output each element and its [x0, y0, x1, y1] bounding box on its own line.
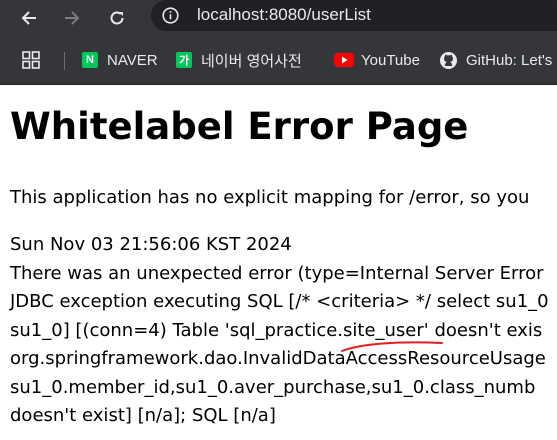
bookmark-label: YouTube: [361, 51, 420, 69]
error-line: su1_0.member_id,su1_0.aver_purchase,su1_…: [10, 376, 536, 398]
bookmark-naver[interactable]: N NAVER: [82, 46, 158, 74]
arrow-right-icon: [65, 11, 80, 25]
arrow-left-icon: [21, 11, 36, 25]
forward-button[interactable]: [58, 4, 86, 32]
error-line: org.springframework.dao.InvalidDataAcces…: [10, 348, 546, 369]
reload-button[interactable]: [103, 4, 131, 32]
address-bar[interactable]: localhost:8080/userList: [151, 0, 557, 31]
reload-icon: [110, 11, 124, 25]
bookmarks-divider: [64, 52, 65, 70]
back-button[interactable]: [15, 4, 43, 32]
bookmark-github[interactable]: GitHub: Let's: [440, 46, 552, 74]
youtube-icon: [334, 53, 354, 67]
bookmark-label: NAVER: [107, 51, 158, 69]
bookmark-label: 네이버 영어사전: [201, 52, 302, 70]
github-icon: [440, 51, 457, 69]
error-line: doesn't exist] [n/a]; SQL [n/a]: [10, 405, 276, 426]
error-line: su1_0] [(conn=4) Table 'sql_practice.sit…: [10, 319, 543, 341]
intro-text: This application has no explicit mapping…: [10, 187, 530, 208]
apps-grid-icon: [22, 51, 40, 69]
naver-icon: N: [82, 52, 98, 68]
error-line: JDBC exception executing SQL [/* <criter…: [10, 291, 549, 312]
browser-toolbar: localhost:8080/userList: [0, 0, 557, 37]
error-details: Sun Nov 03 21:56:06 KST 2024 There was a…: [10, 231, 549, 431]
info-icon[interactable]: [162, 7, 179, 24]
url-text[interactable]: localhost:8080/userList: [197, 4, 371, 26]
apps-button[interactable]: [22, 46, 40, 74]
red-underline-annotation: [341, 341, 443, 352]
bookmark-youtube[interactable]: YouTube: [334, 46, 420, 74]
bookmark-naver-dictionary[interactable]: 가 네이버 영어사전: [176, 46, 302, 74]
page-title: Whitelabel Error Page: [10, 105, 469, 148]
error-timestamp: Sun Nov 03 21:56:06 KST 2024: [10, 234, 292, 255]
bookmark-label: GitHub: Let's: [466, 51, 553, 69]
error-line: There was an unexpected error (type=Inte…: [10, 262, 544, 284]
naver-dictionary-icon: 가: [176, 52, 192, 68]
bookmarks-bar: N NAVER 가 네이버 영어사전 YouTube GitHub: Let's: [0, 37, 557, 85]
